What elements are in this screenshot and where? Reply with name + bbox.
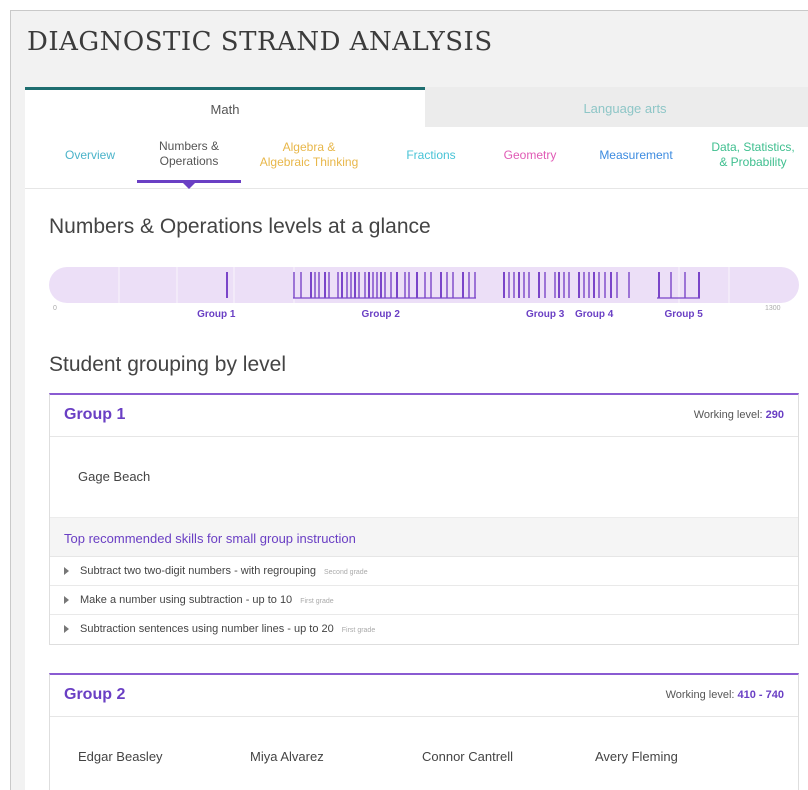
skill-grade: First grade bbox=[300, 598, 334, 605]
strand-tab-label: Geometry bbox=[503, 147, 557, 162]
expand-arrow-icon[interactable] bbox=[64, 625, 69, 633]
group-name: Group 1 bbox=[64, 406, 126, 423]
working-level-value: 410 - 740 bbox=[737, 689, 784, 701]
student-name[interactable]: Avery Fleming bbox=[595, 749, 678, 764]
skill-row[interactable]: Subtraction sentences using number lines… bbox=[50, 615, 798, 644]
student-name[interactable]: Miya Alvarez bbox=[250, 749, 324, 764]
working-level-value: 290 bbox=[765, 409, 784, 421]
group-header: Group 1 Working level: 290 bbox=[50, 395, 798, 437]
glance-heading: Numbers & Operations levels at a glance bbox=[49, 215, 431, 238]
tab-overview[interactable]: Overview bbox=[47, 127, 133, 183]
student-name[interactable]: Connor Cantrell bbox=[422, 749, 513, 764]
skill-row[interactable]: Subtract two two-digit numbers - with re… bbox=[50, 557, 798, 586]
tab-geometry[interactable]: Geometry bbox=[485, 127, 575, 183]
levels-bar bbox=[49, 267, 799, 303]
skill-grade: Second grade bbox=[324, 569, 368, 576]
grouping-heading: Student grouping by level bbox=[49, 353, 286, 376]
group-label-2: Group 2 bbox=[361, 309, 400, 320]
subject-tabs: Math Language arts bbox=[25, 87, 808, 127]
student-name[interactable]: Gage Beach bbox=[78, 469, 150, 484]
strand-tab-label: Fractions bbox=[406, 147, 456, 162]
tab-measurement[interactable]: Measurement bbox=[581, 127, 691, 183]
skill-label: Subtract two two-digit numbers - with re… bbox=[80, 565, 368, 577]
skill-grade: First grade bbox=[341, 627, 376, 634]
group-label-4: Group 4 bbox=[575, 309, 614, 320]
page-title: DIAGNOSTIC STRAND ANALYSIS bbox=[27, 27, 493, 57]
group-label-1: Group 1 bbox=[197, 309, 236, 320]
page-frame: DIAGNOSTIC STRAND ANALYSIS Math Language… bbox=[10, 10, 808, 790]
strand-tab-label: Numbers & Operations bbox=[158, 138, 220, 168]
tab-algebra[interactable]: Algebra & Algebraic Thinking bbox=[247, 127, 371, 183]
tab-numbers-operations[interactable]: Numbers & Operations bbox=[137, 127, 241, 189]
tab-data-statistics[interactable]: Data, Statistics, & Probability bbox=[697, 127, 808, 183]
scale-max-label: 1300 bbox=[765, 305, 781, 312]
recommended-skills-title: Top recommended skills for small group i… bbox=[64, 531, 356, 546]
student-name[interactable]: Edgar Beasley bbox=[78, 749, 163, 764]
group-label-5: Group 5 bbox=[664, 309, 703, 320]
tab-fractions[interactable]: Fractions bbox=[383, 127, 479, 183]
strand-tab-label: Algebra & Algebraic Thinking bbox=[259, 140, 359, 169]
recommended-skills-header: Top recommended skills for small group i… bbox=[50, 517, 798, 557]
skill-label: Subtraction sentences using number lines… bbox=[80, 623, 376, 635]
strand-tabs: Overview Numbers & Operations Algebra & Al… bbox=[25, 127, 808, 189]
skill-label: Make a number using subtraction - up to … bbox=[80, 594, 334, 606]
group-label-3: Group 3 bbox=[525, 309, 565, 320]
strand-tab-label: Data, Statistics, & Probability bbox=[711, 140, 795, 169]
scale-min-label: 0 bbox=[53, 305, 57, 312]
group-card-2: Group 2 Working level: 410 - 740 Edgar B… bbox=[49, 673, 799, 790]
group-header: Group 2 Working level: 410 - 740 bbox=[50, 675, 798, 717]
group-card-1: Group 1 Working level: 290 Gage Beach To… bbox=[49, 393, 799, 645]
expand-arrow-icon[interactable] bbox=[64, 567, 69, 575]
expand-arrow-icon[interactable] bbox=[64, 596, 69, 604]
student-list: Edgar Beasley Miya Alvarez Connor Cantre… bbox=[50, 717, 798, 790]
strand-tab-label: Measurement bbox=[599, 147, 673, 162]
analysis-card: Math Language arts Overview Numbers & Ope… bbox=[25, 87, 808, 790]
tab-math[interactable]: Math bbox=[25, 87, 425, 127]
tab-language-arts[interactable]: Language arts bbox=[425, 87, 808, 127]
strand-tab-label: Overview bbox=[64, 147, 115, 162]
skill-row[interactable]: Make a number using subtraction - up to … bbox=[50, 586, 798, 615]
working-level: Working level: 290 bbox=[693, 409, 784, 421]
group-name: Group 2 bbox=[64, 686, 126, 703]
levels-bar-lines bbox=[118, 267, 730, 303]
working-level: Working level: 410 - 740 bbox=[665, 689, 784, 701]
student-list: Gage Beach bbox=[50, 437, 798, 517]
